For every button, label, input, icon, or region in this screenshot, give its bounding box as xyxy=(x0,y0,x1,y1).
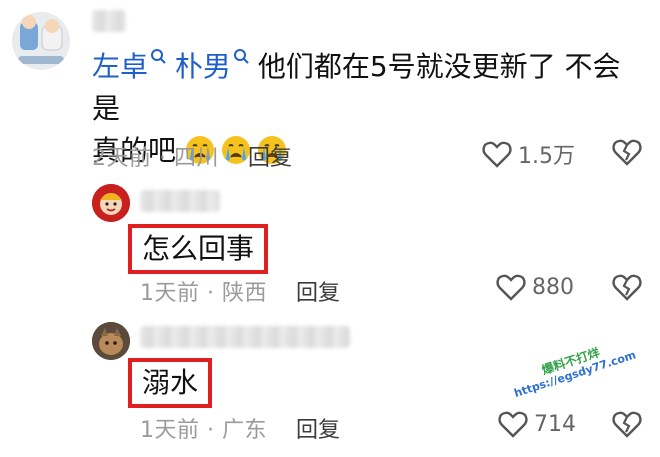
reply-text-highlighted: 溺水 xyxy=(128,358,213,408)
heart-icon xyxy=(498,411,528,438)
watermark: 爆料不打烊 https://egsdy77.com xyxy=(497,332,648,405)
reply-meta: 1天前 · 广东 xyxy=(140,418,267,443)
blurred-username[interactable] xyxy=(140,326,350,348)
like-count: 714 xyxy=(534,411,576,437)
reply-avatar[interactable] xyxy=(92,322,130,360)
crying-face-emoji-icon xyxy=(221,136,250,164)
reply-avatar[interactable] xyxy=(92,184,130,222)
commenter-avatar[interactable] xyxy=(12,12,70,70)
broken-heart-icon[interactable] xyxy=(612,410,642,438)
mention-user-2[interactable]: 朴男 xyxy=(175,50,231,83)
comment-text-line1: 他们都在5号就没更新了 不会是 xyxy=(92,50,621,125)
comment-meta: 2天前 · 四川 xyxy=(92,146,219,171)
like-count: 880 xyxy=(532,274,574,300)
mention-user-1[interactable]: 左卓 xyxy=(92,50,148,83)
like-button[interactable]: 714 xyxy=(498,410,576,438)
heart-icon xyxy=(496,274,526,301)
broken-heart-icon[interactable] xyxy=(612,273,642,301)
like-button[interactable]: 1.5万 xyxy=(482,138,575,170)
blurred-username[interactable] xyxy=(92,10,126,32)
like-count: 1.5万 xyxy=(518,144,575,169)
reply-text-highlighted: 怎么回事 xyxy=(128,224,269,274)
mention-icon xyxy=(233,49,249,64)
reply-meta: 1天前 · 陕西 xyxy=(140,281,267,306)
reply-button[interactable]: 回复 xyxy=(248,140,292,172)
broken-heart-icon[interactable] xyxy=(612,138,642,166)
reply-button[interactable]: 回复 xyxy=(296,412,340,444)
blurred-username[interactable] xyxy=(140,190,220,212)
reply-button[interactable]: 回复 xyxy=(296,275,340,307)
like-button[interactable]: 880 xyxy=(496,273,574,301)
mention-icon xyxy=(151,49,166,64)
heart-icon xyxy=(482,141,512,168)
